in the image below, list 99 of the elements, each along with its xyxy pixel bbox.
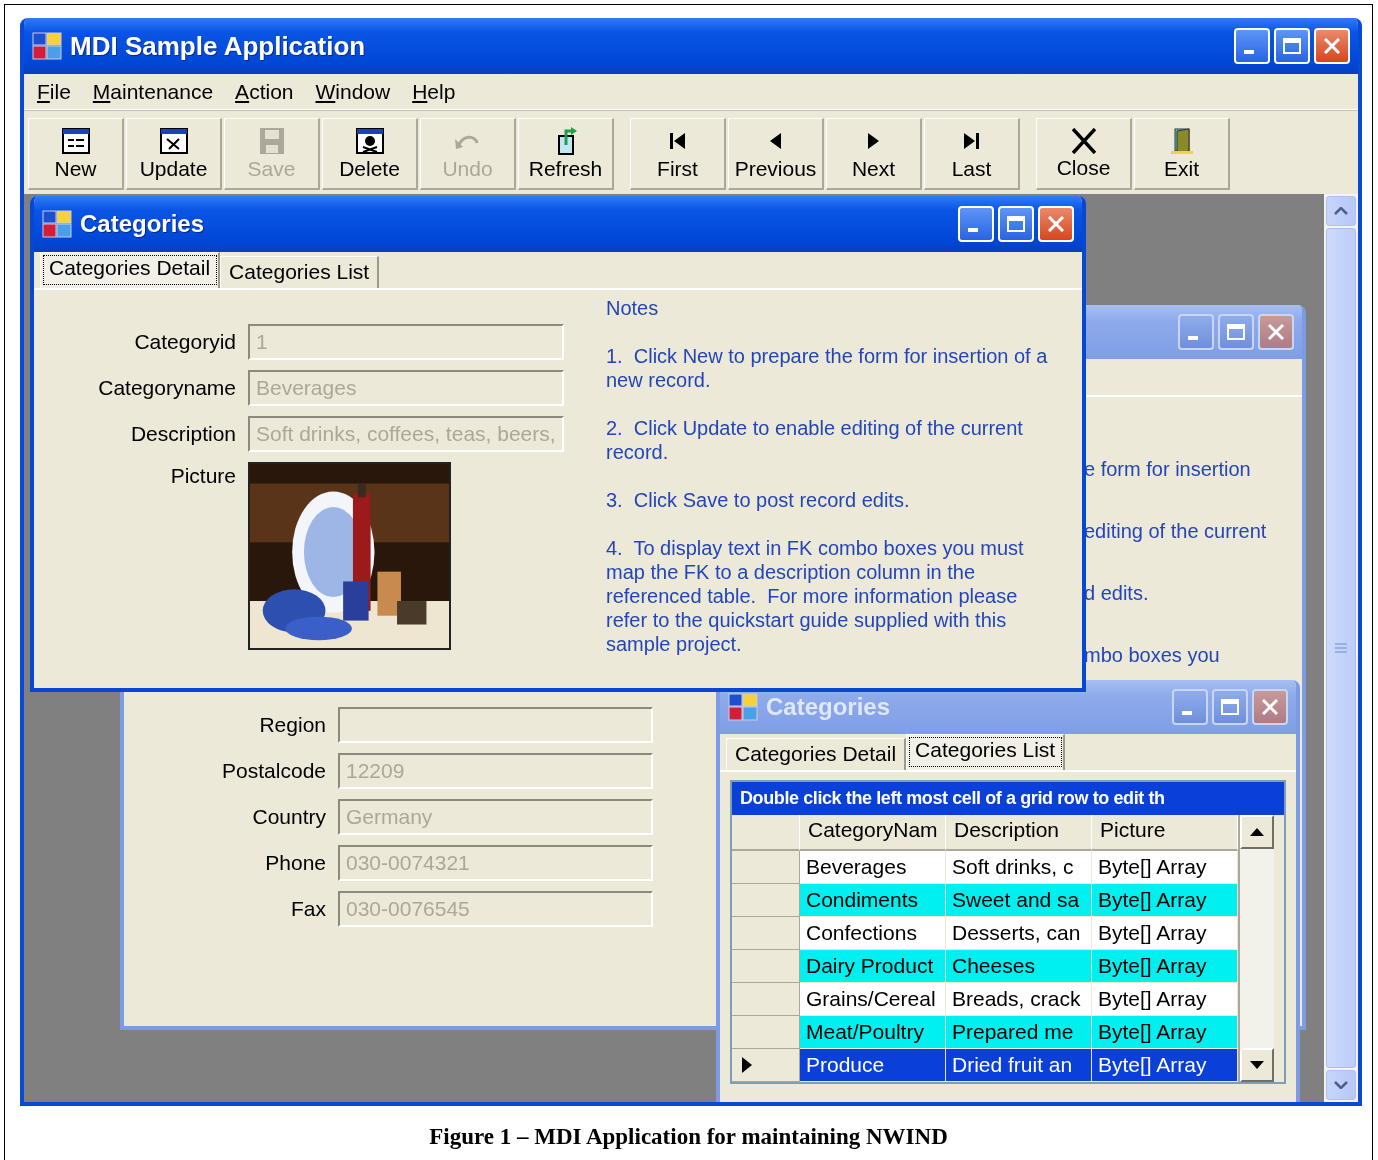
notes-heading: Notes xyxy=(606,296,660,320)
row-header[interactable] xyxy=(732,1049,800,1082)
menu-item[interactable]: Help xyxy=(410,79,458,104)
maximize-icon xyxy=(1283,38,1301,54)
note-text: editing of the current xyxy=(1084,519,1268,543)
close-button[interactable] xyxy=(1258,314,1294,350)
tab[interactable]: Categories List xyxy=(906,734,1066,770)
maximize-icon xyxy=(1227,324,1245,340)
minimize-icon xyxy=(968,228,978,232)
tab[interactable]: Categories List xyxy=(220,256,380,288)
field-label: Categoryid xyxy=(133,330,236,354)
maximize-button[interactable] xyxy=(1218,314,1254,350)
toolbar-button[interactable]: Refresh xyxy=(518,118,614,190)
figure-caption: Figure 1 – MDI Application for maintaining NWIND xyxy=(428,1124,949,1150)
toolbar-button[interactable]: Delete xyxy=(322,118,418,190)
table-cell: Prepared me xyxy=(946,1016,1092,1049)
note-text: 1. Click New to prepare the form for insertion of a new record. xyxy=(606,344,1049,392)
table-cell: Sweet and sa xyxy=(946,884,1092,917)
table-cell: Dried fruit an xyxy=(946,1049,1092,1082)
field-label: Country xyxy=(251,805,326,829)
skull-icon xyxy=(354,126,385,155)
chevron-down-icon xyxy=(1334,1081,1348,1089)
table-cell: Byte[] Array xyxy=(1092,983,1238,1016)
toolbar-button[interactable]: Update xyxy=(126,118,222,190)
close-icon xyxy=(1324,38,1340,54)
menu-item[interactable]: Maintenance xyxy=(90,79,216,104)
close-icon xyxy=(1048,216,1064,232)
window-title: Categories xyxy=(80,210,206,238)
minimize-icon xyxy=(1188,336,1198,340)
close-icon xyxy=(1071,127,1096,154)
skip-back-icon xyxy=(670,132,685,149)
table-cell: Byte[] Array xyxy=(1092,884,1238,917)
close-button[interactable] xyxy=(1252,689,1288,725)
maximize-icon xyxy=(1221,699,1239,715)
row-pointer-icon xyxy=(742,1057,752,1073)
toolbar-button[interactable]: New xyxy=(28,118,124,190)
note-text: 2. Click Update to enable editing of the current record. xyxy=(606,416,1024,464)
field-label: Postalcode xyxy=(221,759,326,783)
tiles-icon xyxy=(32,32,62,60)
scrollbar-thumb[interactable] xyxy=(1326,228,1356,1068)
triangle-right-icon xyxy=(868,132,879,149)
field-label: Picture xyxy=(169,463,236,488)
tiles-icon xyxy=(42,210,72,238)
triangle-left-icon xyxy=(770,132,781,149)
maximize-icon xyxy=(1007,216,1025,232)
window-title: MDI Sample Application xyxy=(70,30,367,62)
table-cell: Byte[] Array xyxy=(1092,917,1238,950)
table-cell: Condiments xyxy=(800,884,946,917)
minimize-button[interactable] xyxy=(1172,689,1208,725)
table-cell: Dairy Product xyxy=(800,950,946,983)
field-label: Region xyxy=(258,713,326,737)
menu-item[interactable]: Action xyxy=(233,79,296,104)
table-cell: Byte[] Array xyxy=(1092,851,1238,884)
table-cell: Produce xyxy=(800,1049,946,1082)
table-cell: Beverages xyxy=(800,851,946,884)
table-cell: Byte[] Array xyxy=(1092,1016,1238,1049)
field-label: Description xyxy=(129,422,236,446)
skip-forward-icon xyxy=(964,132,979,149)
table-cell: Meat/Poultry xyxy=(800,1016,946,1049)
close-icon xyxy=(1262,699,1278,715)
toolbar-button[interactable]: Previous xyxy=(728,118,824,190)
note-text: 4. To display text in FK combo boxes you must map the FK to a description column in the referenced table. For more information please refer to the quickstart guide supplied with this sample project. xyxy=(606,536,1025,656)
field-label: Phone xyxy=(264,851,326,875)
grip-icon xyxy=(1335,643,1347,653)
toolbar-button[interactable]: First xyxy=(630,118,726,190)
minimize-button[interactable] xyxy=(1178,314,1214,350)
toolbar-button[interactable]: Close xyxy=(1036,118,1132,190)
toolbar-button[interactable]: Exit xyxy=(1134,118,1230,190)
table-cell: Desserts, can xyxy=(946,917,1092,950)
field-label: Categoryname xyxy=(97,376,236,400)
note-text: 3. Click Save to post record edits. xyxy=(606,488,911,512)
toolbar-button[interactable]: Next xyxy=(826,118,922,190)
table-cell: Breads, crack xyxy=(946,983,1092,1016)
tab[interactable]: Categories Detail xyxy=(40,252,221,288)
table-cell: Confections xyxy=(800,917,946,950)
field-label: Fax xyxy=(290,897,326,921)
table-cell: Byte[] Array xyxy=(1092,1049,1238,1082)
form-icon xyxy=(60,126,91,155)
window-title: Categories xyxy=(766,693,892,721)
triangle-up-icon xyxy=(1250,828,1264,836)
minimize-icon xyxy=(1182,711,1192,715)
tiles-icon xyxy=(728,693,758,721)
close-icon xyxy=(1268,324,1284,340)
chevron-up-icon xyxy=(1334,207,1348,215)
table-cell: Soft drinks, c xyxy=(946,851,1092,884)
menu-item[interactable]: File xyxy=(35,79,73,104)
minimize-icon xyxy=(1244,50,1254,54)
tab[interactable]: Categories Detail xyxy=(726,738,907,770)
column-header[interactable]: Description xyxy=(946,815,1092,851)
triangle-down-icon xyxy=(1250,1061,1264,1069)
menu-item[interactable]: Window xyxy=(313,79,393,104)
column-header[interactable]: CategoryNam xyxy=(800,815,946,851)
grid-caption: Double click the left most cell of a grid row to edit th xyxy=(732,782,1284,815)
toolbar-button[interactable]: Last xyxy=(924,118,1020,190)
table-cell: Cheeses xyxy=(946,950,1092,983)
column-header[interactable]: Picture xyxy=(1092,815,1238,851)
maximize-button[interactable] xyxy=(1212,689,1248,725)
table-cell: Byte[] Array xyxy=(1092,950,1238,983)
table-cell: Grains/Cereal xyxy=(800,983,946,1016)
